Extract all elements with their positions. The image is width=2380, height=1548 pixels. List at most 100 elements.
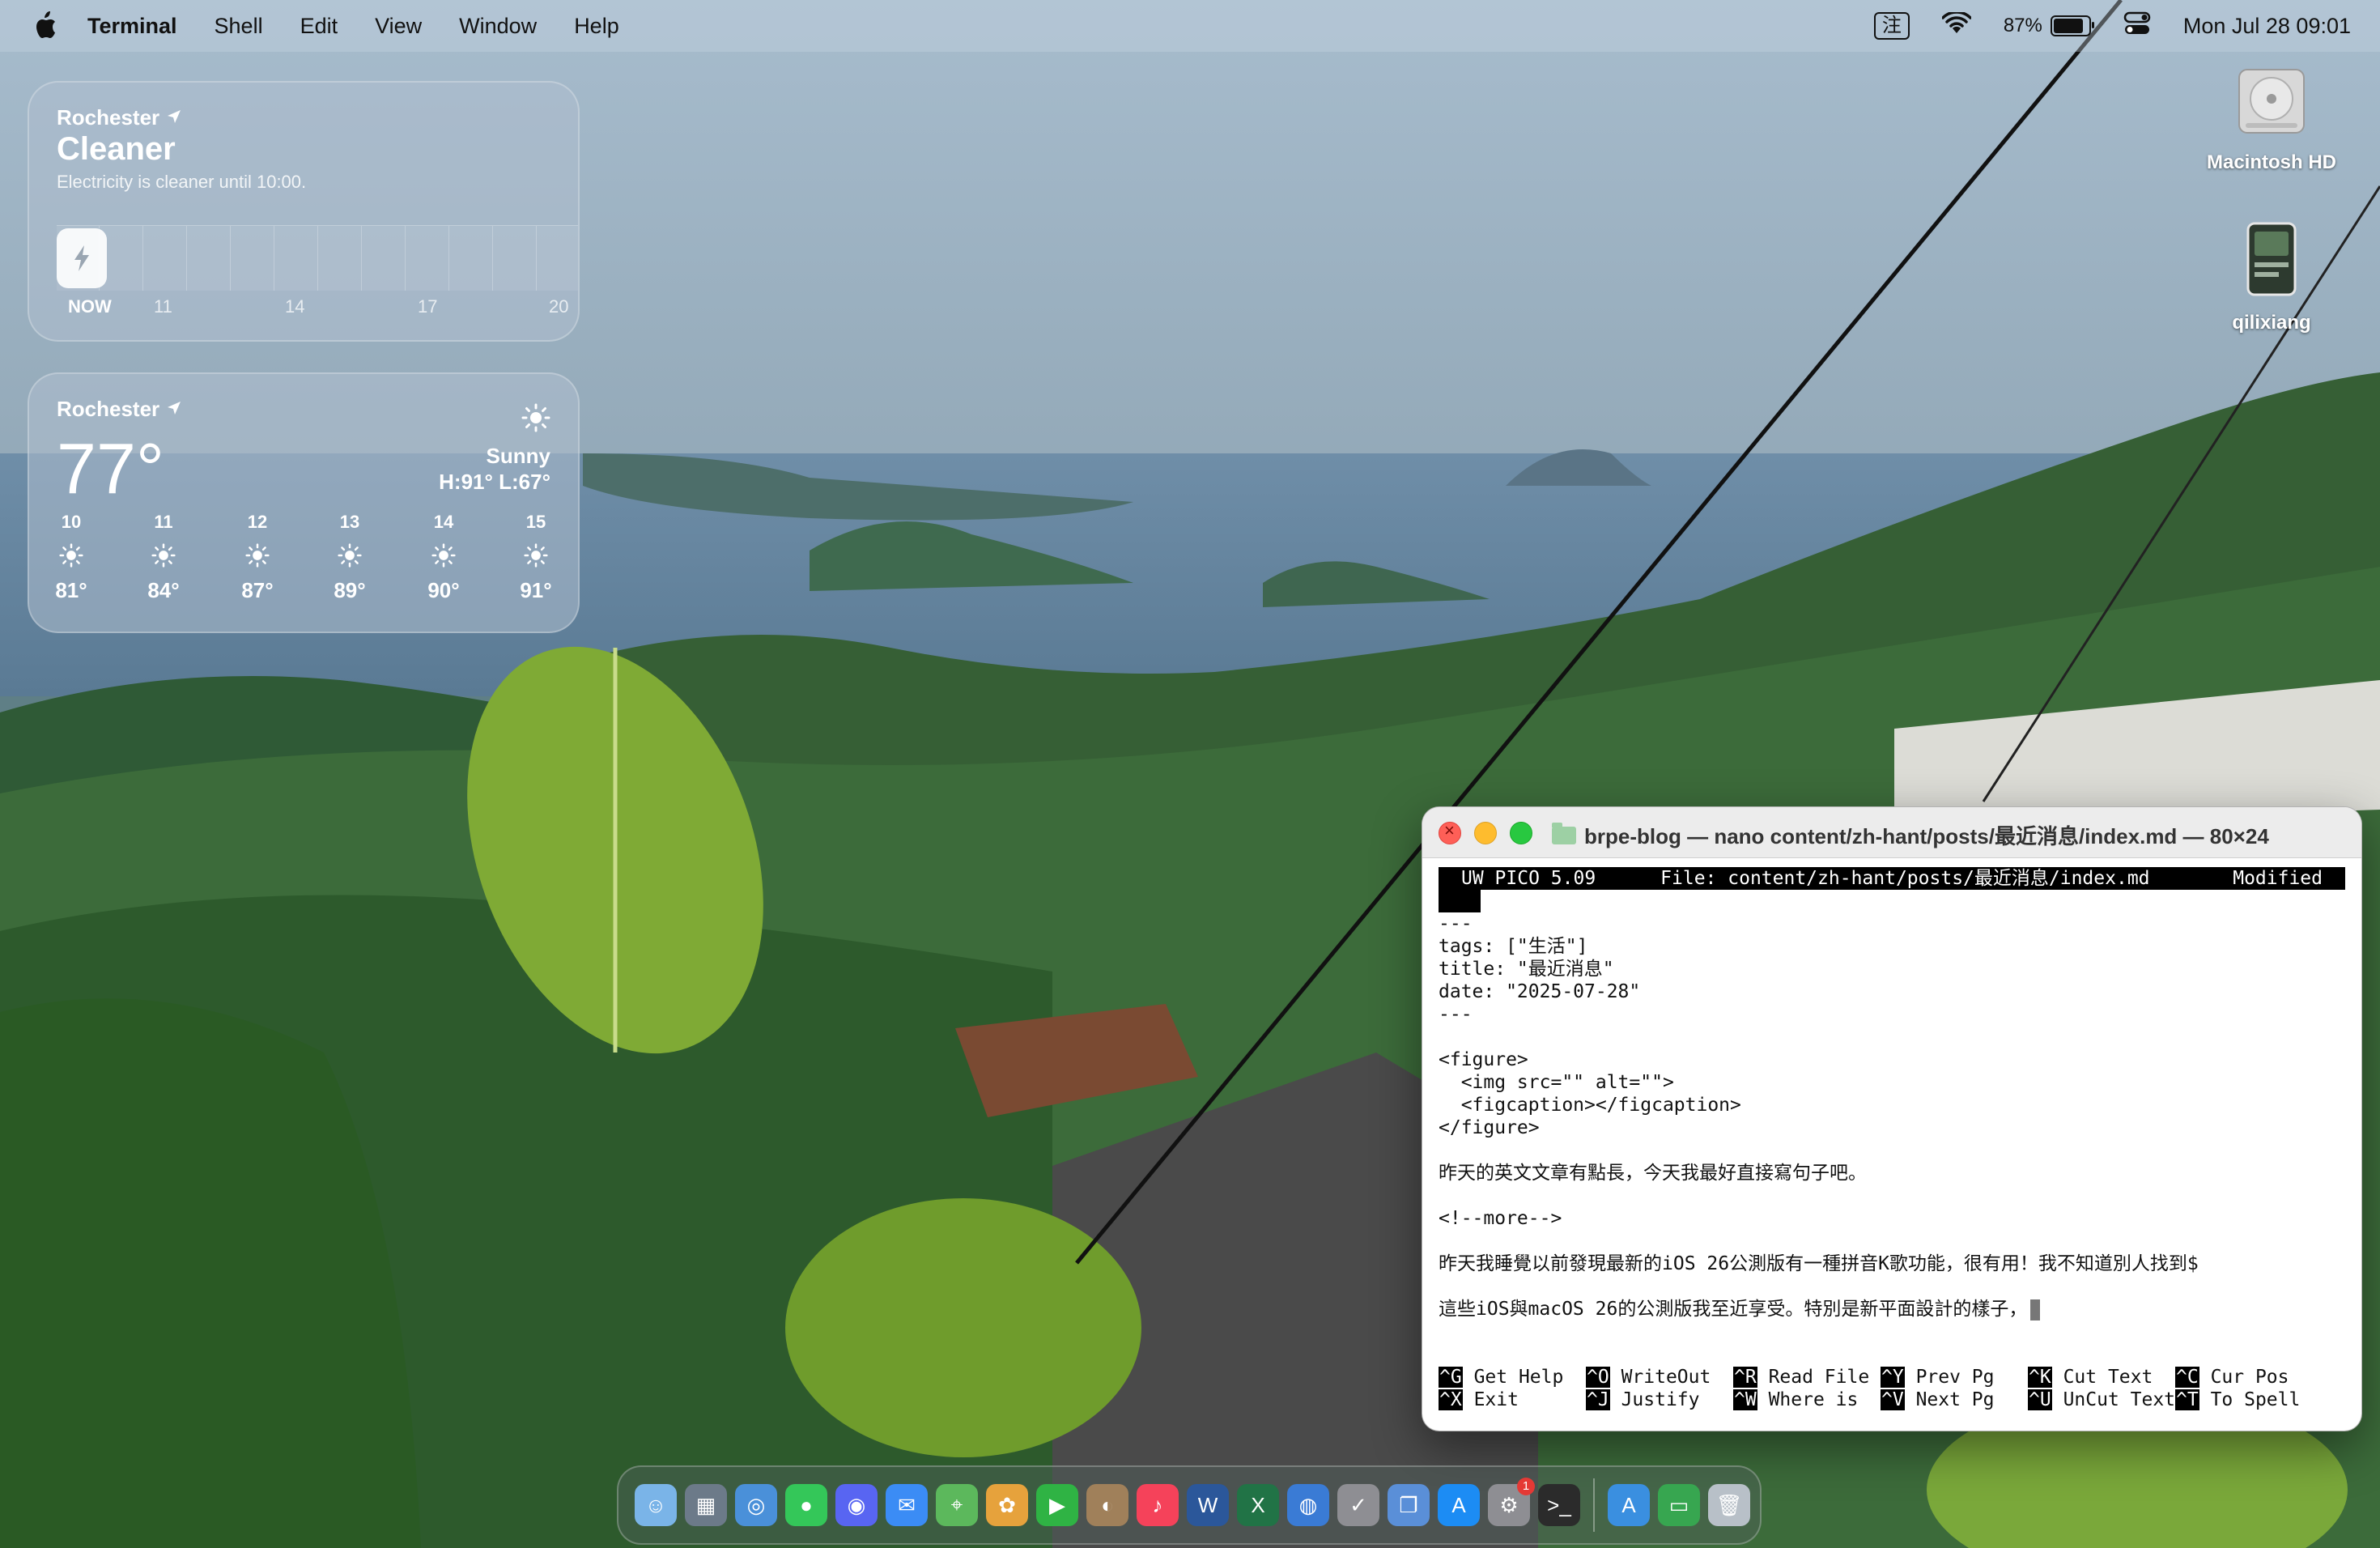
preview-icon[interactable]: ❐ xyxy=(1388,1484,1430,1526)
sun-icon xyxy=(507,533,565,578)
forecast-hour: 12 87° xyxy=(228,512,287,603)
music-icon[interactable]: ♪ xyxy=(1137,1484,1179,1526)
forecast-hour-label: 13 xyxy=(339,512,360,532)
editor-line: 昨天我睡覺以前發現最新的iOS 26公測版有一種拼音K歌功能，很有用！我不知道別… xyxy=(1439,1253,2199,1274)
axis-label: 17 xyxy=(418,296,438,317)
menu-view[interactable]: View xyxy=(375,14,422,39)
mail-icon[interactable]: ✉ xyxy=(886,1484,928,1526)
forecast-hour-label: 15 xyxy=(525,512,546,532)
shortcut-label: To Spell xyxy=(2210,1389,2301,1410)
word-icon[interactable]: W xyxy=(1187,1484,1229,1526)
battery-status[interactable]: 87% xyxy=(2003,15,2094,37)
location-arrow-icon xyxy=(166,397,182,422)
shortcut-label: Read File xyxy=(1768,1367,1870,1388)
desktop-icon-macintosh-hd[interactable]: Macintosh HD xyxy=(2191,65,2352,174)
trash-icon[interactable]: 🗑 xyxy=(1708,1484,1750,1526)
shortcut-label: Get Help xyxy=(1473,1367,1564,1388)
editor-line: <figure> xyxy=(1439,1049,1528,1070)
wifi-icon[interactable] xyxy=(1941,10,1972,40)
forecast-hour-label: 12 xyxy=(247,512,268,532)
shortcut-label: WriteOut xyxy=(1621,1367,1711,1388)
control-center-icon[interactable] xyxy=(2123,11,2151,41)
editor-text[interactable]: --- tags: ["生活"] title: "最近消息" date: "20… xyxy=(1439,912,2345,1320)
widget-subtitle: Electricity is cleaner until 10:00. xyxy=(57,172,307,192)
applications-folder-icon[interactable]: A xyxy=(1608,1484,1650,1526)
shortcut-key: ^O xyxy=(1586,1367,1610,1388)
shortcut-read-file: ^R Read File xyxy=(1733,1366,1881,1389)
notification-badge: 1 xyxy=(1517,1478,1535,1495)
shortcut-key: ^J xyxy=(1586,1389,1610,1410)
dock-separator xyxy=(1593,1478,1595,1532)
desktop-icon-qilixiang[interactable]: qilixiang xyxy=(2191,220,2352,334)
menu-edit[interactable]: Edit xyxy=(300,14,338,39)
clean-energy-widget[interactable]: Rochester Cleaner Electricity is cleaner… xyxy=(28,81,580,342)
discord-icon[interactable]: ◉ xyxy=(835,1484,878,1526)
sun-icon xyxy=(42,533,100,578)
pico-header-overflow xyxy=(1439,890,1481,912)
menu-window[interactable]: Window xyxy=(459,14,537,39)
globe-icon[interactable]: ◍ xyxy=(1287,1484,1329,1526)
contacts-icon[interactable]: ◐ xyxy=(1086,1484,1128,1526)
shortcut-key: ^R xyxy=(1733,1367,1757,1388)
menu-clock[interactable]: Mon Jul 28 09:01 xyxy=(2183,14,2351,39)
desktop-icon-label: Macintosh HD xyxy=(2206,151,2336,173)
sun-icon xyxy=(134,533,193,578)
current-temperature: 77° xyxy=(57,428,165,508)
shortcut-key: ^G xyxy=(1439,1367,1463,1388)
shortcut-where-is: ^W Where is xyxy=(1733,1389,1881,1411)
axis-label: 14 xyxy=(285,296,305,317)
forecast-hour: 15 91° xyxy=(507,512,565,603)
finder-icon[interactable]: ☺ xyxy=(635,1484,677,1526)
shortcut-label: Exit xyxy=(1473,1389,1519,1410)
shortcut-label: Cut Text xyxy=(2063,1367,2153,1388)
battery-icon xyxy=(2050,15,2094,36)
apple-menu-icon[interactable] xyxy=(29,10,62,42)
system-settings-icon[interactable]: ⚙ 1 xyxy=(1488,1478,1535,1526)
widget-location-label: Rochester xyxy=(57,397,160,421)
forecast-temp: 91° xyxy=(520,578,552,602)
minimize-button[interactable] xyxy=(1474,822,1497,844)
reminders-icon[interactable]: ✓ xyxy=(1337,1484,1379,1526)
facetime-icon[interactable]: ▶ xyxy=(1036,1484,1078,1526)
downloads-folder-icon[interactable]: ▭ xyxy=(1658,1484,1700,1526)
zoom-button[interactable] xyxy=(1510,822,1532,844)
window-titlebar[interactable]: brpe-blog — nano content/zh-hant/posts/最… xyxy=(1422,807,2361,858)
editor-line: <img src="" alt=""> xyxy=(1439,1072,1674,1093)
forecast-hour: 13 89° xyxy=(321,512,379,603)
shortcut-key: ^T xyxy=(2175,1389,2199,1410)
shortcut-writeout: ^O WriteOut xyxy=(1586,1366,1733,1389)
axis-label: 20 xyxy=(549,296,569,317)
app-store-icon[interactable]: A xyxy=(1438,1484,1480,1526)
input-method-indicator[interactable]: 注 xyxy=(1873,12,1910,40)
menu-app-name[interactable]: Terminal xyxy=(87,14,177,39)
photos-icon[interactable]: ✿ xyxy=(986,1484,1028,1526)
terminal-content[interactable]: UW PICO 5.09 File: content/zh-hant/posts… xyxy=(1439,867,2345,1431)
menu-help[interactable]: Help xyxy=(574,14,619,39)
editor-line: date: "2025-07-28" xyxy=(1439,981,1641,1002)
shortcut-cut-text: ^K Cut Text xyxy=(2028,1366,2175,1389)
shortcut-row: ^G Get Help ^O WriteOut ^R Read File ^Y … xyxy=(1439,1366,2345,1389)
editor-line: </figure> xyxy=(1439,1117,1540,1138)
safari-icon[interactable]: ◎ xyxy=(735,1484,777,1526)
messages-icon[interactable]: ● xyxy=(785,1484,827,1526)
text-cursor xyxy=(2030,1299,2041,1320)
editor-line-current: 這些iOS與macOS 26的公測版我至近享受。特別是新平面設計的樣子， xyxy=(1439,1298,2345,1320)
terminal-icon[interactable]: >_ xyxy=(1538,1484,1580,1526)
launchpad-icon[interactable]: ▦ xyxy=(685,1484,727,1526)
excel-icon[interactable]: X xyxy=(1237,1484,1279,1526)
weather-widget[interactable]: Rochester 77° Sunny H:91° L:67° 10 81° 1… xyxy=(28,372,580,633)
forecast-hour-label: 10 xyxy=(61,512,82,532)
maps-icon[interactable]: ⌖ xyxy=(936,1484,978,1526)
terminal-window[interactable]: brpe-blog — nano content/zh-hant/posts/最… xyxy=(1422,806,2362,1431)
battery-percent: 87% xyxy=(2003,15,2042,36)
pico-shortcut-bar: ^G Get Help ^O WriteOut ^R Read File ^Y … xyxy=(1439,1366,2345,1411)
shortcut-label: UnCut Text xyxy=(2063,1389,2176,1410)
axis-label-now: NOW xyxy=(68,296,112,317)
editor-line: <figcaption></figcaption> xyxy=(1439,1095,1741,1116)
sun-icon xyxy=(521,403,550,436)
menu-shell[interactable]: Shell xyxy=(215,14,263,39)
close-button[interactable] xyxy=(1439,820,1461,844)
